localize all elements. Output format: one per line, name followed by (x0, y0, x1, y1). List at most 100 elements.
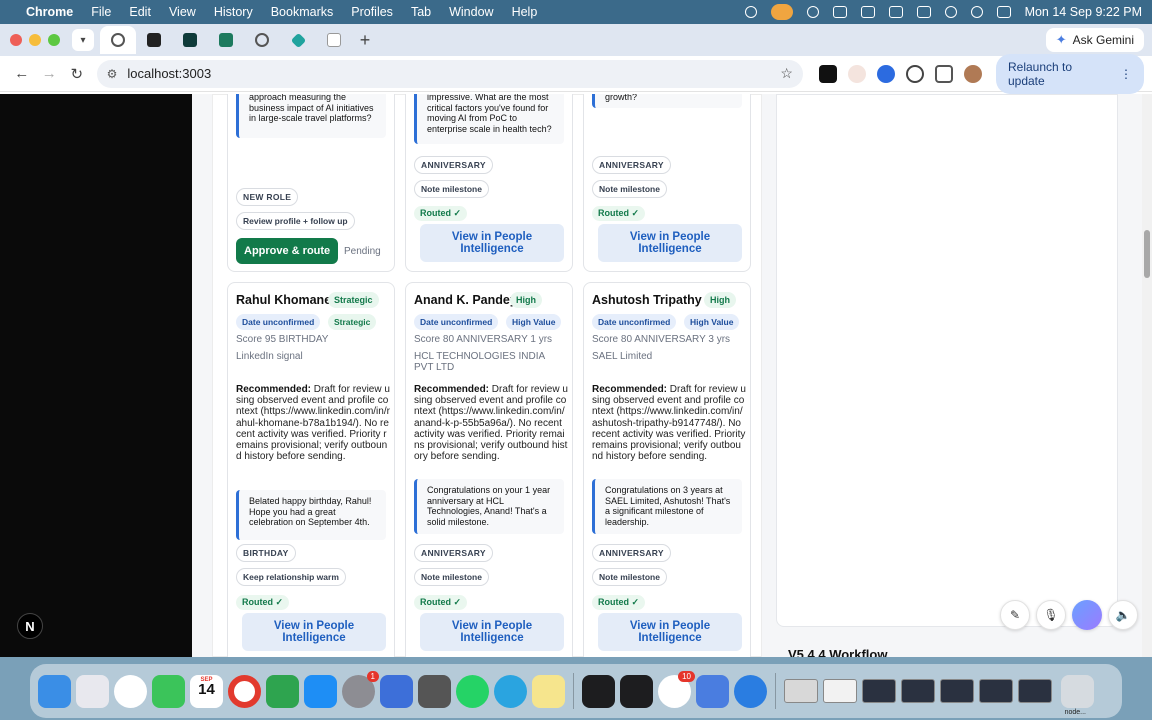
reload-button[interactable]: ↻ (63, 65, 91, 83)
relaunch-to-update-button[interactable]: Relaunch to update ⋮ (995, 53, 1144, 94)
assistant-orb-icon[interactable] (1072, 600, 1102, 630)
site-info-icon[interactable]: ⚙ (107, 67, 118, 81)
profile-avatar[interactable] (963, 64, 982, 83)
minimized-window-thumbnail[interactable] (940, 679, 974, 703)
terminal-icon[interactable] (582, 674, 615, 708)
score-line: Score 95 BIRTHDAY (236, 334, 329, 345)
menu-help[interactable]: Help (512, 5, 538, 19)
battery-icon[interactable] (916, 6, 931, 18)
tab-cursor[interactable] (136, 26, 172, 54)
back-button[interactable]: ← (8, 65, 36, 82)
photos-icon[interactable] (114, 674, 147, 708)
search-icon[interactable] (970, 6, 983, 18)
close-window-button[interactable] (10, 34, 22, 46)
speaker-icon[interactable]: 🔈 (1108, 600, 1138, 630)
record-icon[interactable] (744, 6, 757, 18)
activity-monitor-icon[interactable] (620, 674, 653, 708)
minimized-window-thumbnail[interactable] (901, 679, 935, 703)
system-settings-icon[interactable]: 1 (342, 670, 379, 708)
calendar-icon[interactable]: SEP 14 (190, 674, 223, 708)
tab-search-chevron-icon[interactable]: ▾ (72, 29, 94, 51)
clock[interactable]: Mon 14 Sep 9:22 PM (1025, 5, 1142, 19)
blue-extension-icon[interactable] (876, 64, 895, 83)
pin-icon[interactable] (860, 6, 875, 18)
menu-view[interactable]: View (169, 5, 196, 19)
view-in-people-intelligence-button[interactable]: View in People Intelligence (420, 224, 564, 262)
chrome-icon[interactable] (228, 674, 261, 708)
view-in-people-intelligence-button[interactable]: View in People Intelligence (598, 613, 742, 651)
openai-icon[interactable] (806, 6, 819, 18)
tab-shield[interactable] (208, 26, 244, 54)
scrollbar-thumb[interactable] (1144, 230, 1150, 278)
bookmark-star-icon[interactable]: ☆ (780, 65, 793, 82)
notes-icon[interactable] (532, 674, 565, 708)
opportunity-card-rahul: Rahul Khomane Strategic Date unconfirmed… (227, 282, 395, 657)
routed-badge: Routed ✓ (592, 206, 646, 221)
screen-share-icon[interactable] (832, 6, 847, 18)
recommendation-label: Recommended: (236, 384, 312, 395)
openai-extension-icon[interactable] (905, 64, 924, 83)
forward-button[interactable]: → (36, 65, 64, 82)
chatgpt-icon[interactable]: 10 (658, 670, 695, 708)
extensions-puzzle-icon[interactable] (934, 64, 953, 83)
contact-name[interactable]: Ashutosh Tripathy (592, 293, 702, 307)
facetime-icon[interactable] (152, 674, 185, 708)
compose-icon[interactable]: ✎ (1000, 600, 1030, 630)
nextjs-dev-badge[interactable]: N (17, 613, 43, 639)
address-bar[interactable]: ⚙ localhost:3003 ☆ (96, 59, 803, 88)
page-scrollbar[interactable] (1142, 94, 1152, 657)
view-in-people-intelligence-button[interactable]: View in People Intelligence (598, 224, 742, 262)
contact-name[interactable]: Anand K. Pandey (414, 293, 517, 307)
control-center-icon[interactable] (996, 6, 1011, 18)
tab-diamond[interactable] (280, 26, 316, 54)
tab-kaggle[interactable] (172, 26, 208, 54)
tab-localhost[interactable] (100, 26, 136, 54)
quicktime-icon[interactable] (734, 674, 767, 708)
launchpad-icon[interactable] (76, 674, 109, 708)
tab-pause[interactable] (316, 26, 352, 54)
menu-bookmarks[interactable]: Bookmarks (271, 5, 334, 19)
ask-gemini-button[interactable]: ✦ Ask Gemini (1045, 28, 1144, 52)
menu-edit[interactable]: Edit (129, 5, 151, 19)
x-extension-icon[interactable] (818, 64, 837, 83)
microphone-icon[interactable] (770, 4, 793, 20)
minimized-window-thumbnail[interactable] (979, 679, 1013, 703)
automator-icon[interactable] (696, 674, 729, 708)
minimized-window-thumbnail[interactable] (784, 679, 818, 703)
menu-profiles[interactable]: Profiles (351, 5, 393, 19)
view-in-people-intelligence-button[interactable]: View in People Intelligence (420, 613, 564, 651)
minimized-window-thumbnail[interactable] (823, 679, 857, 703)
minimize-window-button[interactable] (29, 34, 41, 46)
recommendation-label: Recommended: (414, 384, 490, 395)
numbers-icon[interactable] (266, 674, 299, 708)
contact-name[interactable]: Rahul Khomane (236, 293, 331, 307)
menu-history[interactable]: History (214, 5, 253, 19)
view-in-people-intelligence-button[interactable]: View in People Intelligence (242, 613, 386, 651)
url-text[interactable]: localhost:3003 (127, 66, 211, 81)
more-vert-icon[interactable]: ⋮ (1120, 67, 1132, 81)
microphone-icon[interactable]: 🎙 (1036, 600, 1066, 630)
calculator-icon[interactable] (418, 674, 451, 708)
app-store-icon[interactable] (304, 674, 337, 708)
minimized-window-thumbnail[interactable] (1018, 679, 1052, 703)
clipboard-icon[interactable] (888, 6, 903, 18)
menu-app-name[interactable]: Chrome (26, 5, 73, 19)
whatsapp-icon[interactable] (456, 674, 489, 708)
claude-extension-icon[interactable] (847, 64, 866, 83)
menu-window[interactable]: Window (449, 5, 493, 19)
menu-tab[interactable]: Tab (411, 5, 431, 19)
trash-icon[interactable] (1061, 674, 1094, 708)
zoom-window-button[interactable] (48, 34, 60, 46)
value-badge: High Value (506, 314, 562, 330)
minimized-window-thumbnail[interactable] (862, 679, 896, 703)
notes-blue-icon[interactable] (380, 674, 413, 708)
tab-globe[interactable] (244, 26, 280, 54)
new-tab-button[interactable]: + (352, 30, 378, 51)
telegram-icon[interactable] (494, 674, 527, 708)
approve-route-button[interactable]: Approve & route (236, 238, 339, 264)
finder-icon[interactable] (38, 674, 71, 708)
organization: SAEL Limited (592, 351, 653, 362)
wifi-icon[interactable] (944, 6, 957, 18)
menu-file[interactable]: File (91, 5, 111, 19)
left-sidebar: N (0, 94, 192, 657)
